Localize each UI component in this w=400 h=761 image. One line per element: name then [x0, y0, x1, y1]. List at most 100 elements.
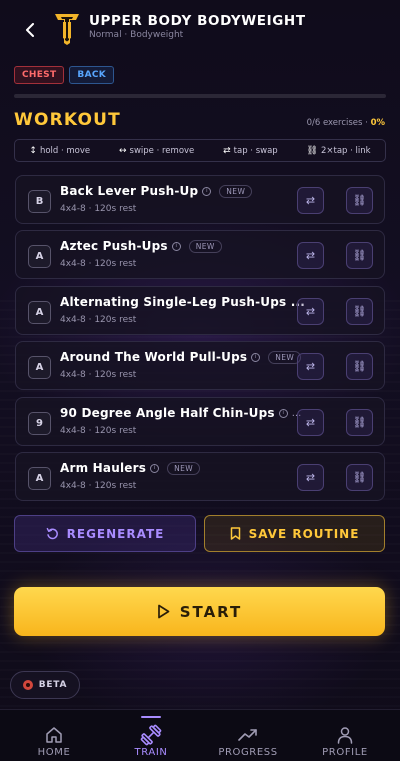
chevron-left-icon [26, 23, 34, 37]
swap-button[interactable]: ⇄ [297, 353, 324, 380]
swap-icon: ⇄ [305, 471, 316, 484]
muscle-tags: CHEST BACK [14, 66, 115, 84]
exercise-card[interactable]: 9 90 Degree Angle Half Chin-Ups i ... 4x… [15, 397, 385, 446]
hint-hold-move: ↕ hold · move [29, 146, 90, 156]
exercise-card[interactable]: B Back Lever Push-Up i NEW 4x4-8 · 120s … [15, 175, 385, 224]
exercise-name: Around The World Pull-Ups [60, 350, 248, 364]
exercise-grade-badge: A [28, 467, 51, 490]
link-icon: ⛓ [306, 145, 318, 156]
exercise-meta: 4x4-8 · 120s rest [60, 426, 137, 436]
screen: UPPER BODY BODYWEIGHT Normal · Bodyweigh… [0, 0, 400, 761]
bottom-nav: HOME TRAIN PROGRESS PROFILE [0, 709, 400, 761]
hint-label: tap · swap [233, 145, 278, 156]
info-icon[interactable]: i [171, 241, 181, 251]
nav-profile[interactable]: PROFILE [305, 710, 385, 761]
new-badge: NEW [219, 184, 253, 198]
refresh-icon [46, 527, 58, 540]
hint-link: ⛓ 2×tap · link [307, 146, 371, 156]
swap-icon: ⇄ [305, 360, 316, 373]
nav-home-label: HOME [37, 747, 71, 758]
swap-button[interactable]: ⇄ [297, 409, 324, 436]
exercise-title-row: Back Lever Push-Up i NEW [60, 184, 253, 198]
link-icon: ⛓ [352, 249, 367, 262]
app-logo [55, 14, 79, 45]
save-routine-button[interactable]: SAVE ROUTINE [204, 515, 385, 552]
exercise-meta: 4x4-8 · 120s rest [60, 370, 137, 380]
info-icon[interactable]: i [150, 463, 160, 473]
exercise-grade-badge: A [28, 301, 51, 324]
tag-back[interactable]: BACK [69, 66, 115, 84]
exercise-title-row: Aztec Push-Ups i NEW [60, 239, 222, 253]
swap-icon: ⇄ [305, 305, 316, 318]
exercise-title-row: Arm Haulers i NEW [60, 461, 201, 475]
hint-tap-swap: ⇄ tap · swap [223, 146, 278, 156]
link-icon: ⛓ [352, 194, 367, 207]
link-icon: ⛓ [352, 360, 367, 373]
link-button[interactable]: ⛓ [346, 187, 373, 214]
swap-icon: ⇄ [223, 145, 231, 156]
progress-count: 0/6 exercises · [306, 118, 368, 128]
beta-button[interactable]: BETA [10, 671, 80, 699]
home-icon [46, 727, 62, 743]
beta-label: BETA [38, 680, 68, 690]
tag-chest[interactable]: CHEST [14, 66, 65, 84]
dumbbell-icon [140, 724, 162, 746]
exercise-card[interactable]: A Around The World Pull-Ups i NEW 4x4-8 … [15, 341, 385, 390]
exercise-grade-badge: 9 [28, 412, 51, 435]
exercise-card[interactable]: A Aztec Push-Ups i NEW 4x4-8 · 120s rest… [15, 230, 385, 279]
nav-progress[interactable]: PROGRESS [208, 710, 288, 761]
trend-icon [238, 729, 257, 741]
header-divider [14, 94, 386, 98]
back-button[interactable] [20, 20, 40, 40]
regenerate-label: REGENERATE [66, 526, 165, 541]
swap-button[interactable]: ⇄ [297, 298, 324, 325]
hint-label: 2×tap · link [320, 145, 371, 156]
swap-button[interactable]: ⇄ [297, 187, 324, 214]
workout-section-title: WORKOUT [14, 110, 121, 130]
nav-train-label: TRAIN [134, 747, 168, 758]
link-button[interactable]: ⛓ [346, 298, 373, 325]
exercise-grade-badge: A [28, 356, 51, 379]
nav-home[interactable]: HOME [14, 710, 94, 761]
play-icon [157, 604, 170, 619]
start-button[interactable]: START [14, 587, 385, 636]
link-button[interactable]: ⛓ [346, 409, 373, 436]
swap-icon: ⇄ [305, 194, 316, 207]
link-button[interactable]: ⛓ [346, 464, 373, 491]
gesture-hints-bar: ↕ hold · move ↔ swipe · remove ⇄ tap · swap… [14, 139, 386, 162]
hint-swipe-remove: ↔ swipe · remove [119, 146, 194, 156]
swap-icon: ⇄ [305, 416, 316, 429]
swap-button[interactable]: ⇄ [297, 242, 324, 269]
exercise-title-row: Alternating Single-Leg Push-Ups ... [60, 295, 305, 309]
hint-label: swipe · remove [129, 145, 195, 156]
exercise-name: Back Lever Push-Up [60, 184, 199, 198]
link-button[interactable]: ⛓ [346, 353, 373, 380]
regenerate-button[interactable]: REGENERATE [14, 515, 196, 552]
nav-profile-label: PROFILE [322, 747, 368, 758]
nav-train[interactable]: TRAIN [111, 710, 191, 761]
swipe-horizontal-icon: ↔ [118, 145, 127, 156]
exercise-name: Alternating Single-Leg Push-Ups ... [60, 295, 306, 309]
info-icon[interactable]: i [202, 186, 212, 196]
exercise-name: Aztec Push-Ups [60, 239, 168, 253]
exercise-meta: 4x4-8 · 120s rest [60, 204, 137, 214]
move-vertical-icon: ↕ [29, 145, 37, 156]
hint-label: hold · move [39, 145, 91, 156]
bug-icon [22, 680, 33, 690]
swap-button[interactable]: ⇄ [297, 464, 324, 491]
link-icon: ⛓ [352, 471, 367, 484]
page-title: UPPER BODY BODYWEIGHT [89, 13, 306, 29]
link-button[interactable]: ⛓ [346, 242, 373, 269]
progress-percent: 0% [370, 118, 385, 128]
exercise-grade-badge: A [28, 245, 51, 268]
swap-icon: ⇄ [305, 249, 316, 262]
page-subtitle: Normal · Bodyweight [89, 30, 184, 40]
start-label: START [179, 602, 243, 621]
new-badge: NEW [167, 461, 201, 475]
new-badge: NEW [188, 239, 222, 253]
exercise-card[interactable]: A Arm Haulers i NEW 4x4-8 · 120s rest ⇄ … [15, 452, 385, 501]
link-icon: ⛓ [352, 305, 367, 318]
info-icon[interactable]: i [278, 408, 288, 418]
info-icon[interactable]: i [251, 352, 261, 362]
exercise-card[interactable]: A Alternating Single-Leg Push-Ups ... 4x… [15, 286, 385, 335]
